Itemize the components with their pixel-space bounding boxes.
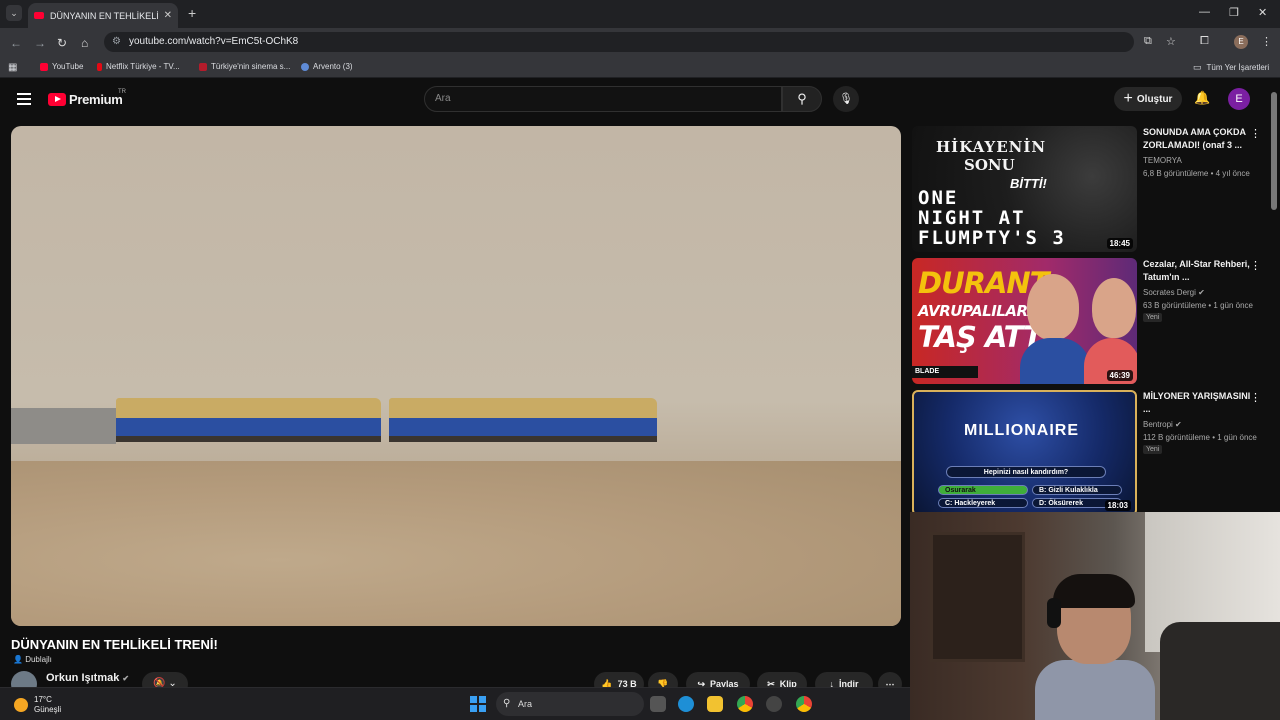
forward-button[interactable]: → (34, 36, 46, 50)
bookmark-arvento[interactable]: Arvento (3) (301, 62, 353, 71)
steam-icon[interactable] (766, 696, 782, 712)
webcam-overlay (910, 512, 1280, 720)
microphone-icon: 🎙 (839, 93, 853, 105)
search-button[interactable]: ⚲ (782, 86, 822, 112)
rec-meta-1: 6,8 B görüntüleme • 4 yıl önce (1143, 169, 1250, 178)
dubbed-badge: 👤 Dublajlı (13, 655, 52, 664)
account-avatar[interactable]: E (1228, 88, 1250, 110)
rec-title-3[interactable]: MİLYONER YARIŞMASINI ... (1143, 390, 1251, 416)
headset (1047, 598, 1061, 628)
bookmark-star-icon[interactable]: ☆ (1166, 35, 1176, 48)
rec-thumbnail-2[interactable]: DURANT AVRUPALILARA TAŞ ATTI BLADE 46:39 (912, 258, 1137, 384)
rec-meta-2: 63 B görüntüleme • 1 gün önce (1143, 301, 1253, 310)
new-badge-3: Yeni (1143, 445, 1163, 454)
rec-more-icon-1[interactable]: ⋮ (1250, 127, 1261, 140)
file-explorer-icon[interactable] (707, 696, 723, 712)
bookmark-youtube[interactable]: YouTube (40, 62, 83, 71)
window-close-button[interactable]: ✕ (1258, 6, 1267, 19)
install-app-icon[interactable]: ⧉ (1144, 35, 1152, 48)
rec-meta-3: 112 B görüntüleme • 1 gün önce (1143, 433, 1257, 442)
youtube-premium-logo[interactable]: Premium TR (48, 89, 126, 107)
guide-menu-icon[interactable] (17, 93, 31, 108)
netflix-icon (97, 62, 102, 71)
browser-tab[interactable]: DÜNYANIN EN TEHLİKELİ TRENİ ✕ (28, 3, 178, 28)
url-text[interactable]: youtube.com/watch?v=EmC5t-OChK8 (129, 36, 298, 47)
browser-menu-icon[interactable]: ⋮ (1261, 35, 1272, 48)
rec-thumbnail-1[interactable]: HİKAYENİN SONU BİTTİ! ONE NIGHT AT FLUMPTY… (912, 126, 1137, 252)
voice-search-button[interactable]: 🎙 (833, 86, 859, 112)
back-button[interactable]: ← (10, 36, 22, 50)
edge-icon[interactable] (678, 696, 694, 712)
all-bookmarks-folder[interactable]: ▭ Tüm Yer İşaretleri (1193, 62, 1269, 73)
chrome-active-icon[interactable] (796, 696, 812, 712)
bookmark-netflix[interactable]: Netflix Türkiye - TV... (97, 62, 180, 71)
rec-channel-2[interactable]: Socrates Dergi ✔ (1143, 286, 1205, 299)
reload-button[interactable]: ↻ (57, 36, 67, 50)
tab-title: DÜNYANIN EN TEHLİKELİ TRENİ (50, 10, 160, 21)
duration-badge: 46:39 (1106, 370, 1133, 381)
search-icon: ⚲ (797, 91, 807, 106)
tab-search-button[interactable]: ⌄ (6, 5, 22, 21)
weather-widget[interactable]: 17°C Güneşli (14, 695, 61, 715)
verified-icon: ✔ (1198, 288, 1205, 297)
site-info-icon[interactable]: ⚙ (112, 36, 121, 47)
create-button[interactable]: + Oluştur (1114, 87, 1182, 111)
duration-badge: 18:03 (1104, 500, 1131, 511)
tab-close-icon[interactable]: ✕ (164, 10, 172, 21)
chrome-icon[interactable] (737, 696, 753, 712)
arvento-icon (301, 62, 309, 71)
rec-channel-3[interactable]: Bentropi ✔ (1143, 418, 1182, 431)
notifications-bell-icon[interactable]: 🔔 (1194, 90, 1210, 106)
verified-icon: ✔ (1175, 420, 1182, 429)
person-shirt (1020, 338, 1090, 384)
dub-icon: 👤 (13, 655, 23, 664)
plus-icon: + (1123, 90, 1133, 107)
youtube-play-icon (48, 93, 66, 106)
rec-channel-1[interactable]: TEMORYA (1143, 154, 1182, 167)
sofa (1160, 622, 1280, 720)
new-tab-button[interactable]: + (188, 5, 196, 21)
locomotive-1 (116, 398, 381, 442)
search-input[interactable]: Ara (424, 86, 782, 112)
minimize-button[interactable]: — (1199, 6, 1210, 18)
scrollbar-thumb[interactable] (1271, 92, 1277, 210)
rec-title-2[interactable]: Cezalar, All-Star Rehberi, Tatum'ın ... (1143, 258, 1251, 284)
sinema-icon (199, 62, 207, 71)
sun-icon (14, 698, 28, 712)
rec-thumbnail-3[interactable]: MILLIONAIRE Hepinizi nasıl kandırdım? Os… (912, 390, 1137, 516)
bookmarks-bar (0, 56, 1280, 78)
train-wagon (11, 408, 116, 444)
apps-grid-icon[interactable]: ▦ (8, 62, 17, 73)
restore-button[interactable]: ❐ (1229, 6, 1239, 19)
new-badge-2: Yeni (1143, 313, 1163, 322)
cabinet (930, 532, 1025, 662)
search-icon: ⚲ (503, 698, 511, 709)
streamer (1035, 574, 1155, 720)
rec-more-icon-3[interactable]: ⋮ (1250, 391, 1261, 404)
duration-badge: 18:45 (1106, 238, 1133, 249)
bookmark-sinema[interactable]: Türkiye'nin sinema s... (199, 62, 290, 71)
person-face (1092, 278, 1136, 338)
taskbar-search[interactable]: ⚲ Ara (496, 692, 644, 716)
extensions-icon[interactable]: ⧠ (1200, 35, 1209, 48)
rec-title-1[interactable]: SONUNDA AMA ÇOKDA ZORLAMADI! (onaf 3 ... (1143, 126, 1251, 152)
youtube-favicon-icon (34, 12, 44, 19)
video-player[interactable] (11, 126, 901, 626)
video-title: DÜNYANIN EN TEHLİKELİ TRENİ! (11, 637, 218, 652)
verified-icon: ✔ (122, 674, 130, 683)
browser-profile-avatar[interactable]: E (1234, 35, 1248, 49)
rec-more-icon-2[interactable]: ⋮ (1250, 259, 1261, 272)
blade-logo: BLADE (912, 366, 978, 378)
locomotive-2 (389, 398, 657, 442)
youtube-icon (40, 62, 48, 71)
folder-icon: ▭ (1193, 62, 1202, 72)
task-view-icon[interactable] (650, 696, 666, 712)
home-button[interactable]: ⌂ (81, 36, 88, 50)
channel-name[interactable]: Orkun Işıtmak ✔ (46, 672, 129, 684)
person-face (1027, 274, 1079, 340)
windows-start-icon[interactable] (470, 696, 486, 712)
desert-ground (11, 461, 901, 626)
